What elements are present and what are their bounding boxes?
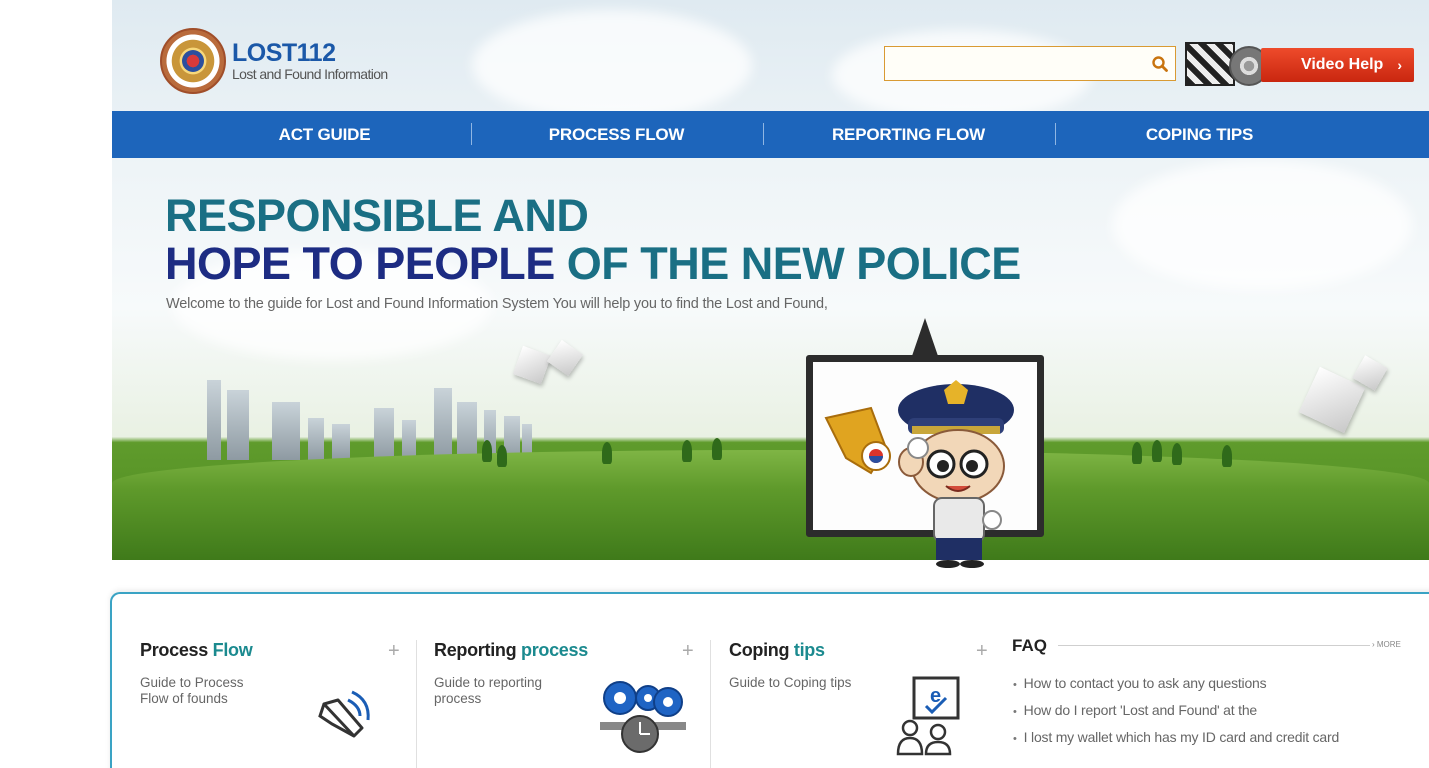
main-nav: ACT GUIDE PROCESS FLOW REPORTING FLOW CO… — [112, 111, 1429, 158]
card-coping-tips[interactable]: Coping tips Guide to Coping tips — [729, 640, 859, 691]
plus-icon[interactable]: + — [976, 640, 988, 663]
chevron-right-icon: › — [1397, 57, 1402, 73]
card-description: Guide to reporting process — [434, 675, 543, 706]
nav-item-act-guide[interactable]: ACT GUIDE — [212, 111, 437, 158]
building — [207, 380, 221, 460]
gears-clock-icon — [600, 681, 686, 753]
plus-icon[interactable]: + — [388, 640, 400, 663]
card-description: Guide to Process Flow of founds — [140, 675, 244, 706]
nav-separator — [763, 123, 764, 145]
hero-headline-line1: RESPONSIBLE AND — [165, 190, 589, 241]
tree — [482, 440, 492, 462]
hero-subtitle: Welcome to the guide for Lost and Found … — [166, 296, 828, 312]
search-input[interactable] — [885, 47, 1145, 80]
logo-title: LOST112 — [232, 39, 336, 67]
police-mascot-icon — [824, 380, 1014, 568]
nav-item-coping-tips[interactable]: COPING TIPS — [1087, 111, 1312, 158]
tree — [712, 438, 722, 460]
building — [374, 408, 394, 460]
tree — [1152, 440, 1162, 462]
page: LOST112 Lost and Found Information Video… — [0, 0, 1429, 768]
hero-headline-line2: HOPE TO PEOPLE OF THE NEW POLICE — [165, 241, 1021, 287]
speaker-icon — [318, 690, 370, 738]
cloud — [472, 10, 752, 120]
faq-title: FAQ — [1012, 636, 1047, 655]
video-help-button[interactable]: Video Help › — [1261, 48, 1414, 82]
faq-item[interactable]: How to contact you to ask any questions — [1013, 674, 1339, 701]
faq-more-link[interactable]: › MORE — [1372, 640, 1401, 649]
building — [308, 418, 324, 460]
e-learning-icon: e — [896, 676, 960, 756]
card-description: Guide to Coping tips — [729, 675, 852, 690]
building — [434, 388, 452, 460]
search-button[interactable] — [1145, 47, 1175, 80]
hero-headline-part2: OF THE NEW POLICE — [566, 238, 1022, 289]
plus-icon[interactable]: + — [682, 640, 694, 663]
card-reporting-process[interactable]: Reporting process Guide to reporting pro… — [434, 640, 588, 707]
tree — [1172, 443, 1182, 465]
building — [332, 424, 350, 460]
card-title: Process Flow — [140, 640, 253, 660]
search-icon — [1152, 55, 1168, 72]
card-title: Coping tips — [729, 640, 825, 660]
cloud — [1112, 160, 1412, 290]
nav-item-process-flow[interactable]: PROCESS FLOW — [504, 111, 729, 158]
tree — [682, 440, 692, 462]
building — [402, 420, 416, 460]
building — [272, 402, 300, 460]
faq-divider — [1058, 645, 1370, 646]
tree — [602, 442, 612, 464]
site-logo[interactable]: LOST112 Lost and Found Information — [160, 28, 388, 94]
tree — [1222, 445, 1232, 467]
column-divider — [710, 640, 711, 768]
search-box — [884, 46, 1176, 81]
nav-item-reporting-flow[interactable]: REPORTING FLOW — [796, 111, 1021, 158]
cube — [546, 339, 584, 377]
grass-field — [112, 450, 1429, 560]
faq-item[interactable]: How do I report 'Lost and Found' at the — [1013, 701, 1339, 728]
tree — [497, 445, 507, 467]
logo-subtitle: Lost and Found Information — [232, 66, 388, 82]
faq-list: How to contact you to ask any questions … — [1013, 674, 1340, 755]
nav-separator — [471, 123, 472, 145]
police-emblem-icon — [160, 28, 226, 94]
faq-item[interactable]: I lost my wallet which has my ID card an… — [1013, 728, 1340, 755]
card-process-flow[interactable]: Process Flow Guide to Process Flow of fo… — [140, 640, 270, 707]
clapperboard-icon — [1185, 42, 1235, 86]
nav-separator — [1055, 123, 1056, 145]
cube — [512, 345, 552, 385]
building — [227, 390, 249, 460]
hero-headline-part1: HOPE TO PEOPLE — [165, 238, 555, 289]
building — [457, 402, 477, 460]
speech-tip — [912, 318, 938, 356]
card-title: Reporting process — [434, 640, 588, 660]
tree — [1132, 442, 1142, 464]
column-divider — [416, 640, 417, 768]
video-help-banner[interactable]: Video Help › — [1185, 30, 1414, 90]
video-help-label: Video Help — [1300, 56, 1384, 73]
